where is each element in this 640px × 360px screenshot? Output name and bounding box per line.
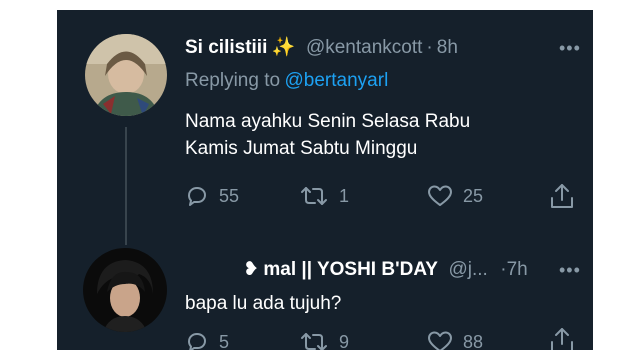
- tweet-text-line: bapa lu ada tujuh?: [185, 293, 342, 314]
- user-handle[interactable]: @j...: [448, 259, 487, 280]
- more-horizontal-icon: •••: [559, 38, 581, 58]
- user-handle[interactable]: @kentankcott: [306, 37, 422, 58]
- reply-count: 55: [219, 185, 240, 206]
- share-icon: [551, 184, 573, 208]
- reply-button[interactable]: 55: [185, 184, 239, 208]
- tweet-text: bapa lu ada tujuh?: [185, 290, 341, 317]
- tweet-header: Si cilistiii ✨ @kentankcott · 8h: [185, 35, 458, 59]
- like-count: 88: [463, 331, 484, 351]
- replying-mention[interactable]: @bertanyarl: [285, 70, 389, 91]
- like-button[interactable]: 25: [427, 184, 483, 208]
- more-options-button[interactable]: •••: [559, 260, 581, 281]
- retweet-count: 1: [339, 185, 350, 206]
- tweet-header: ❥ mal || YOSHI B'DAY @j... ·7h: [243, 258, 528, 281]
- share-button[interactable]: [549, 326, 575, 350]
- replying-to: Replying to @bertanyarl: [185, 70, 388, 92]
- retweet-icon: [301, 187, 327, 205]
- display-name[interactable]: Si cilistiii: [185, 37, 267, 58]
- more-horizontal-icon: •••: [559, 260, 581, 280]
- avatar[interactable]: [85, 34, 167, 116]
- retweet-button[interactable]: 1: [299, 184, 349, 208]
- retweet-icon: [301, 333, 327, 350]
- tweet-thread: Si cilistiii ✨ @kentankcott · 8h ••• Reply…: [57, 10, 593, 350]
- tweet-text-line: Kamis Jumat Sabtu Minggu: [185, 138, 418, 159]
- share-icon: [551, 328, 573, 350]
- like-count: 25: [463, 185, 484, 206]
- replying-label: Replying to: [185, 70, 281, 91]
- tweet-time[interactable]: 7h: [507, 259, 528, 280]
- more-options-button[interactable]: •••: [559, 38, 581, 59]
- tweet-time[interactable]: 8h: [437, 37, 458, 58]
- heart-icon: [428, 185, 452, 206]
- reply-count: 5: [219, 331, 230, 351]
- reply-button[interactable]: 5: [185, 330, 229, 350]
- display-name[interactable]: mal || YOSHI B'DAY: [263, 259, 438, 280]
- reply-icon: [188, 187, 206, 206]
- retweet-count: 9: [339, 331, 350, 351]
- reply-icon: [188, 333, 206, 350]
- heart-icon: [428, 331, 452, 350]
- retweet-button[interactable]: 9: [299, 330, 349, 350]
- display-name-prefix: ❥: [243, 259, 259, 280]
- tweet-text: Nama ayahku Senin Selasa Rabu Kamis Juma…: [185, 108, 470, 162]
- tweet-text-line: Nama ayahku Senin Selasa Rabu: [185, 111, 471, 132]
- share-button[interactable]: [549, 182, 575, 210]
- like-button[interactable]: 88: [427, 330, 483, 350]
- sparkles-emoji: ✨: [271, 37, 296, 58]
- thread-connector-line: [125, 127, 127, 245]
- avatar[interactable]: [83, 248, 167, 332]
- time-separator: ·: [426, 37, 433, 58]
